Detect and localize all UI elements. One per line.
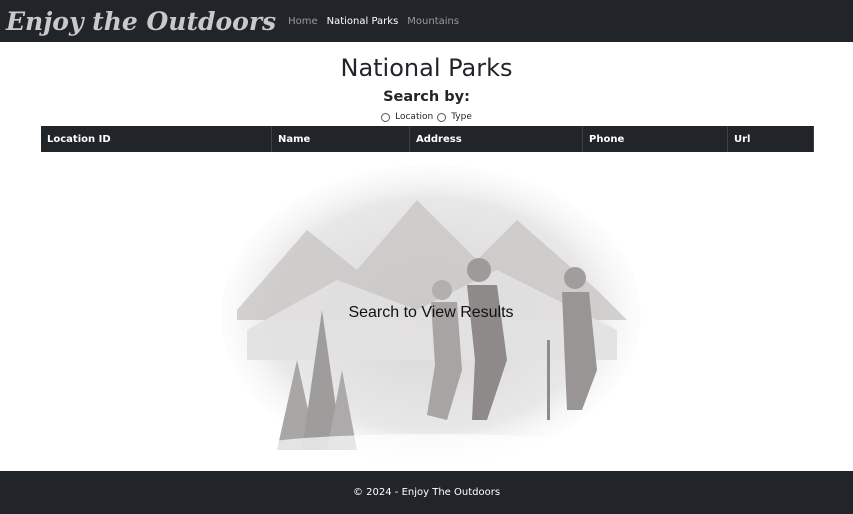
brand-logo[interactable]: Enjoy the Outdoors xyxy=(6,7,276,36)
page-footer: © 2024 - Enjoy The Outdoors xyxy=(0,471,853,514)
search-by-label: Search by: xyxy=(383,89,470,105)
column-header-phone: Phone xyxy=(582,126,728,152)
column-header-location-id: Location ID xyxy=(41,126,272,152)
footer-copyright: © 2024 - Enjoy The Outdoors xyxy=(352,487,501,498)
column-header-address: Address xyxy=(409,126,583,152)
results-table: Location ID Name Address Phone Url xyxy=(41,126,814,152)
search-results-placeholder: Search to View Results xyxy=(348,304,514,321)
column-header-name: Name xyxy=(271,126,410,152)
radio-location-option[interactable]: Location xyxy=(381,112,433,122)
nav-link-mountains[interactable]: Mountains xyxy=(407,16,459,27)
radio-location[interactable] xyxy=(381,112,391,122)
radio-type-label: Type xyxy=(451,112,472,122)
nav-links: Home National Parks Mountains xyxy=(288,16,468,27)
radio-type[interactable] xyxy=(437,112,447,122)
column-header-url: Url xyxy=(727,126,814,152)
radio-location-label: Location xyxy=(395,112,434,122)
nav-link-home[interactable]: Home xyxy=(288,16,318,27)
page-title: National Parks xyxy=(340,54,513,82)
nav-link-national-parks[interactable]: National Parks xyxy=(327,16,399,27)
search-type-radio-group: Location Type xyxy=(0,112,853,122)
hiking-background-image: Search to View Results xyxy=(217,160,645,466)
table-header-row: Location ID Name Address Phone Url xyxy=(41,126,814,152)
top-navbar: Enjoy the Outdoors Home National Parks M… xyxy=(0,0,853,42)
radio-type-option[interactable]: Type xyxy=(437,112,472,122)
